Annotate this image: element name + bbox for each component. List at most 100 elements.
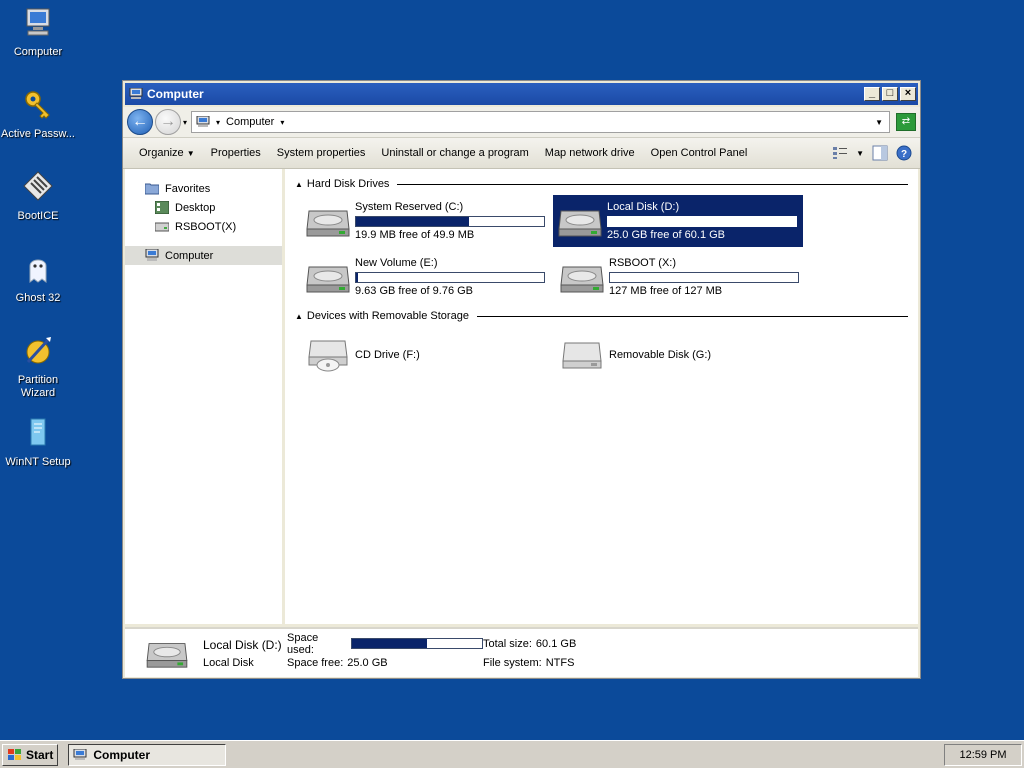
desktop-icon-winnt-setup[interactable]: WinNT Setup <box>0 416 76 469</box>
desktop-icon-label: Partition Wizard <box>17 374 59 399</box>
breadcrumb-separator-icon[interactable]: ▾ <box>216 118 220 127</box>
computer-icon <box>145 249 159 261</box>
filesystem-label: File system: <box>483 656 542 669</box>
usage-fill <box>608 217 718 226</box>
chevron-down-icon: ▼ <box>186 149 195 158</box>
group-title: Devices with Removable Storage <box>306 310 469 322</box>
nav-label: Favorites <box>165 182 211 195</box>
drive-name: System Reserved (C:) <box>355 201 464 213</box>
explorer-window: Computer _ □ × ← → ▾ ▾ Computer ▾ ▼ ⇄ Or… <box>122 80 921 679</box>
computer-icon <box>129 88 143 99</box>
drive-free-text: 127 MB free of 127 MB <box>609 285 723 297</box>
space-used-bar <box>351 638 483 649</box>
details-name: Local Disk (D:) <box>203 637 282 652</box>
removable-disk-g[interactable]: Removable Disk (G:) <box>555 329 805 381</box>
bootice-icon <box>23 171 53 201</box>
system-tray[interactable]: 12:59 PM <box>944 743 1022 766</box>
hard-drive-icon <box>146 643 188 668</box>
title-bar[interactable]: Computer _ □ × <box>125 83 918 105</box>
nav-item-desktop[interactable]: Desktop <box>125 198 282 217</box>
maximize-button[interactable]: □ <box>882 87 898 101</box>
nav-item-favorites[interactable]: Favorites <box>125 179 282 198</box>
ghost-icon <box>29 259 47 283</box>
nav-label: RSBOOT(X) <box>175 220 237 233</box>
properties-button[interactable]: Properties <box>203 147 269 159</box>
view-options-icon[interactable] <box>832 146 848 160</box>
key-icon <box>25 91 50 119</box>
desktop-icon-label: WinNT Setup <box>5 456 71 468</box>
help-icon[interactable]: ? <box>896 145 912 161</box>
group-divider <box>397 183 908 185</box>
start-button[interactable]: Start <box>2 743 59 766</box>
arrow-left-icon: ← <box>132 113 148 130</box>
drive-name: RSBOOT (X:) <box>609 257 677 269</box>
computer-icon <box>196 116 210 127</box>
drive-free-text: 9.63 GB free of 9.76 GB <box>355 285 474 297</box>
winnt-setup-icon <box>30 418 46 446</box>
preview-pane-icon[interactable] <box>872 145 888 161</box>
group-title: Hard Disk Drives <box>306 178 390 190</box>
start-label: Start <box>26 747 54 762</box>
group-header-hard-disks[interactable]: ▲ Hard Disk Drives <box>295 175 908 193</box>
address-field[interactable]: ▾ Computer ▾ ▼ <box>191 111 890 133</box>
refresh-button[interactable]: ⇄ <box>896 113 916 131</box>
cd-drive-f[interactable]: CD Drive (F:) <box>301 329 551 381</box>
cd-drive-icon <box>308 340 348 372</box>
nav-label: Computer <box>165 249 214 262</box>
drive-usage-bar <box>355 216 545 227</box>
drive-e[interactable]: New Volume (E:) 9.63 GB free of 9.76 GB <box>301 251 551 303</box>
desktop-icon-bootice[interactable]: BootICE <box>0 170 76 223</box>
nav-item-rsboot[interactable]: RSBOOT(X) <box>125 217 282 236</box>
group-divider <box>476 315 908 317</box>
refresh-icon: ⇄ <box>901 116 911 127</box>
arrow-right-icon: → <box>160 113 176 130</box>
forward-button[interactable]: → <box>155 109 181 135</box>
drive-name: CD Drive (F:) <box>355 349 420 361</box>
folder-star-icon <box>145 183 159 195</box>
details-pane: Local Disk (D:) Local Disk Space used: S… <box>125 627 918 677</box>
desktop-icon <box>155 201 169 214</box>
open-control-panel-button[interactable]: Open Control Panel <box>643 147 756 159</box>
hard-drive-icon <box>306 266 350 293</box>
hard-drive-icon <box>560 266 604 293</box>
map-network-drive-button[interactable]: Map network drive <box>537 147 643 159</box>
taskbar-item-computer[interactable]: Computer <box>68 743 227 766</box>
removable-disk-icon <box>562 342 602 369</box>
taskbar-item-label: Computer <box>93 747 151 762</box>
organize-button[interactable]: Organize ▼ <box>131 147 203 159</box>
address-bar: ← → ▾ ▾ Computer ▾ ▼ ⇄ <box>123 107 920 137</box>
usage-fill <box>356 273 359 282</box>
drive-c[interactable]: System Reserved (C:) 19.9 MB free of 49.… <box>301 195 551 247</box>
drive-name: New Volume (E:) <box>355 257 438 269</box>
filesystem-value: NTFS <box>545 656 575 669</box>
file-list: ▲ Hard Disk Drives System Reserved (C:) … <box>285 169 918 624</box>
back-button[interactable]: ← <box>127 109 153 135</box>
content-area: Favorites Desktop RSBOOT(X) Computer ▲ H… <box>125 169 918 624</box>
desktop-icon-label: BootICE <box>17 210 59 222</box>
hard-drive-icon <box>558 210 602 237</box>
drive-free-text: 19.9 MB free of 49.9 MB <box>355 229 475 241</box>
desktop-icon-ghost[interactable]: Ghost 32 <box>0 252 76 305</box>
address-dropdown-icon[interactable]: ▼ <box>875 118 883 127</box>
drive-x[interactable]: RSBOOT (X:) 127 MB free of 127 MB <box>555 251 805 303</box>
breadcrumb-computer[interactable]: Computer <box>226 116 274 128</box>
desktop-icon-active-password[interactable]: Active Passw... <box>0 88 76 141</box>
computer-icon <box>26 8 50 36</box>
breadcrumb-dropdown-icon[interactable]: ▾ <box>280 118 284 127</box>
uninstall-program-button[interactable]: Uninstall or change a program <box>373 147 536 159</box>
close-button[interactable]: × <box>900 87 916 101</box>
space-used-label: Space used: <box>287 631 319 656</box>
system-properties-button[interactable]: System properties <box>269 147 374 159</box>
nav-item-computer[interactable]: Computer <box>125 246 282 265</box>
desktop-icon-label: Computer <box>13 46 63 58</box>
svg-text:?: ? <box>901 149 907 160</box>
drive-icon <box>155 222 169 232</box>
view-dropdown-icon[interactable]: ▼ <box>856 149 864 158</box>
drive-d[interactable]: Local Disk (D:) 25.0 GB free of 60.1 GB <box>553 195 803 247</box>
history-dropdown-icon[interactable]: ▾ <box>183 118 187 127</box>
minimize-button[interactable]: _ <box>864 87 880 101</box>
desktop-icon-partition-wizard[interactable]: Partition Wizard <box>0 334 76 400</box>
group-header-removable[interactable]: ▲ Devices with Removable Storage <box>295 307 908 325</box>
command-bar: Organize ▼ Properties System properties … <box>123 137 920 169</box>
desktop-icon-computer[interactable]: Computer <box>0 6 76 59</box>
